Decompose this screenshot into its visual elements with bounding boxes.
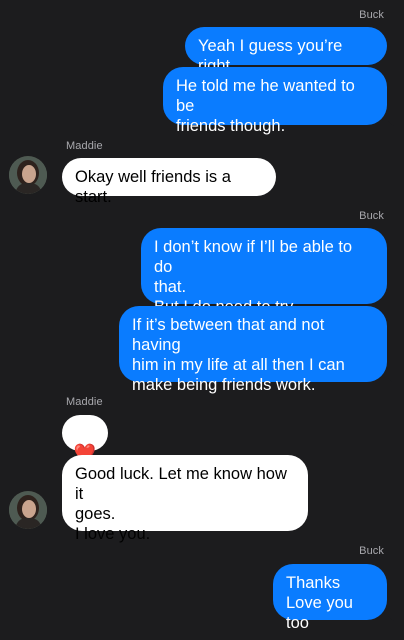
contact-avatar[interactable]: [9, 491, 47, 529]
outgoing-message-bubble[interactable]: Thanks Love you too: [273, 564, 397, 632]
outgoing-message-bubble[interactable]: Yeah I guess you’re right.: [185, 27, 387, 75]
sender-label-buck: Buck: [359, 9, 384, 21]
message-thread: Buck Yeah I guess you’re right. He told …: [0, 0, 404, 640]
sender-label-maddie: Maddie: [66, 140, 103, 152]
sender-label-buck: Buck: [359, 210, 384, 222]
avatar-photo-icon: [9, 491, 47, 529]
heart-reaction-bubble[interactable]: ❤️: [62, 415, 108, 463]
sender-label-buck: Buck: [359, 545, 384, 557]
outgoing-message-bubble[interactable]: If it’s between that and not having him …: [119, 306, 397, 394]
sender-label-maddie: Maddie: [66, 396, 103, 408]
incoming-message-bubble[interactable]: Okay well friends is a start.: [52, 158, 276, 206]
contact-avatar[interactable]: [9, 156, 47, 194]
incoming-message-bubble[interactable]: Good luck. Let me know how it goes. I lo…: [52, 455, 308, 543]
avatar-photo-icon: [9, 156, 47, 194]
outgoing-message-bubble[interactable]: He told me he wanted to be friends thoug…: [163, 67, 397, 135]
outgoing-message-bubble[interactable]: I don’t know if I’ll be able to do that.…: [141, 228, 387, 316]
